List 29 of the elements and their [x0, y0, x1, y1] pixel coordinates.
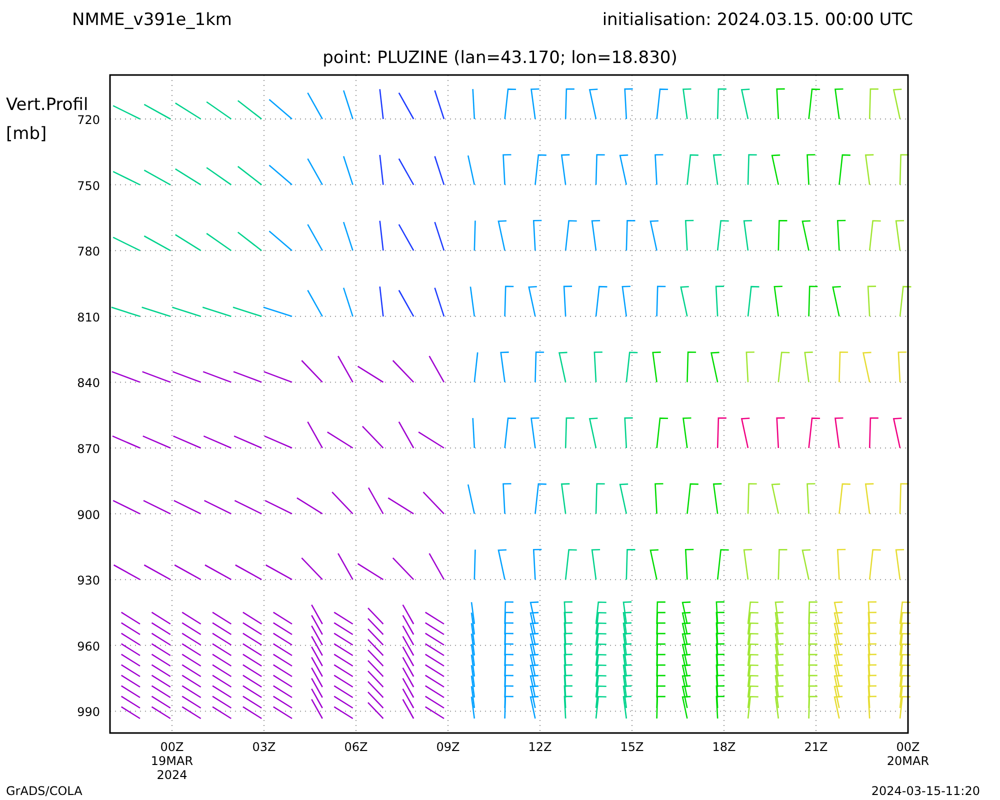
y-tick-label: 930	[77, 574, 100, 588]
x-tick-label: 21Z	[804, 740, 828, 754]
y-tick-label: 750	[77, 178, 100, 193]
y-tick-label: 840	[77, 376, 100, 390]
x-tick-label: 18Z	[712, 740, 736, 754]
y-tick-label: 900	[77, 508, 100, 522]
x-tick-year: 2024	[156, 768, 188, 782]
x-tick-label: 00Z	[160, 740, 184, 754]
y-axis-unit: [mb]	[6, 124, 47, 144]
x-tick-label: 00Z	[896, 740, 920, 754]
y-tick-label: 960	[77, 639, 100, 654]
point-location: point: PLUZINE (lan=43.170; lon=18.830)	[322, 48, 678, 68]
software-credit: GrADS/COLA	[6, 784, 82, 798]
plot-timestamp: 2024-03-15-11:20	[871, 784, 980, 798]
x-tick-date: 20MAR	[886, 754, 930, 768]
y-axis-title: Vert.Profil	[6, 95, 88, 115]
x-tick-label: 15Z	[620, 740, 644, 754]
initialisation-time: initialisation: 2024.03.15. 00:00 UTC	[602, 10, 913, 30]
x-tick-label: 06Z	[344, 740, 368, 754]
y-tick-label: 990	[77, 705, 100, 720]
x-tick-date: 19MAR	[150, 754, 194, 768]
y-tick-label: 780	[77, 244, 100, 259]
x-tick-label: 09Z	[436, 740, 460, 754]
model-name: NMME_v391e_1km	[72, 10, 232, 30]
y-tick-label: 810	[77, 310, 100, 324]
x-tick-label: 03Z	[252, 740, 276, 754]
y-tick-label: 720	[77, 113, 100, 127]
y-tick-label: 870	[77, 442, 100, 456]
x-tick-label: 12Z	[528, 740, 552, 754]
